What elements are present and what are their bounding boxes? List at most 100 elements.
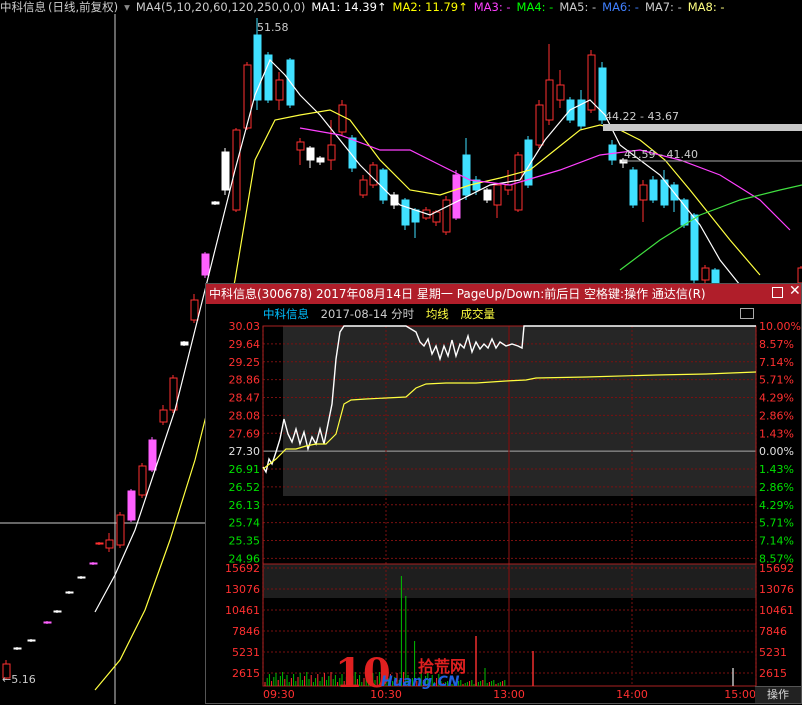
price-tick: 25.74 — [229, 517, 261, 530]
volume-tick-right: 15692 — [759, 562, 794, 575]
ma-item-8: MA8: - — [687, 0, 725, 14]
pct-tick: 0.00% — [759, 445, 794, 458]
candle-body — [327, 144, 336, 161]
volume-tick-right: 5231 — [759, 646, 787, 659]
price-tick: 27.30 — [229, 445, 261, 458]
pct-tick: 5.71% — [759, 517, 794, 530]
pct-tick: 1.43% — [759, 463, 794, 476]
range-marker-1 — [603, 124, 802, 131]
candle-body — [190, 299, 199, 321]
candle-body — [127, 490, 136, 521]
candle-body — [649, 179, 658, 201]
time-tick: 15:00 — [724, 688, 756, 701]
time-tick: 09:30 — [263, 688, 295, 701]
pct-tick: 5.71% — [759, 374, 794, 387]
volume-tick: 7846 — [232, 625, 260, 638]
ma-item-3: MA3: - — [473, 0, 511, 14]
candle-body — [639, 184, 648, 201]
operate-button[interactable]: 操作 — [755, 686, 801, 703]
candle-body — [701, 267, 710, 281]
candle-body — [65, 591, 74, 594]
ma-item-2: MA2: 11.79↑ — [392, 0, 468, 14]
price-tick: 25.35 — [229, 535, 261, 548]
intraday-header: 中科信息 2017-08-14 分时 均线 成交量 — [263, 306, 503, 322]
volume-tick: 13076 — [225, 583, 260, 596]
pct-tick: 2.86% — [759, 481, 794, 494]
ma-indicator-name[interactable]: MA4(5,10,20,60,120,250,0,0) — [136, 0, 305, 14]
candle-body — [462, 154, 471, 196]
popup-title: 中科信息(300678) 2017年08月14日 星期一 PageUp/Down… — [209, 287, 706, 301]
dropdown-icon[interactable]: ▾ — [124, 0, 130, 14]
price-tick: 30.03 — [229, 320, 261, 333]
candle-body — [77, 576, 86, 579]
ma-item-7: MA7: - — [644, 0, 682, 14]
intraday-popup-window[interactable]: 30.03 10.00% 29.64 8.57% 29.25 7.14% 28.86 5.71… — [205, 283, 802, 704]
candle-body — [306, 147, 315, 161]
volume-tick-right: 10461 — [759, 604, 794, 617]
price-tick: 26.52 — [229, 481, 261, 494]
price-tick: 26.91 — [229, 463, 261, 476]
candle-body — [116, 514, 125, 546]
volume-tick: 15692 — [225, 562, 260, 575]
candle-body — [379, 169, 388, 201]
price-tick: 27.69 — [229, 427, 261, 440]
candle-body — [338, 104, 347, 133]
avg-line-label: 均线 — [425, 307, 449, 321]
popup-title-bar[interactable]: 中科信息(300678) 2017年08月14日 星期一 PageUp/Down… — [206, 284, 801, 304]
maximize-button[interactable] — [772, 287, 783, 298]
range-label-1: 44.22 - 43.67 — [605, 110, 679, 123]
candle-body — [690, 214, 699, 281]
volume-tick: 10461 — [225, 604, 260, 617]
volume-tick: 5231 — [232, 646, 260, 659]
candle-body — [275, 79, 284, 101]
watermark-logo: 10 拾荒网 Huang.CN — [335, 650, 466, 697]
candle-body — [221, 151, 230, 191]
intraday-stock-label: 中科信息 — [263, 307, 309, 321]
pct-tick: 4.29% — [759, 392, 794, 405]
price-tick: 29.64 — [229, 338, 261, 351]
pct-tick: 7.14% — [759, 356, 794, 369]
price-tick: 28.08 — [229, 409, 261, 422]
candle-body — [27, 639, 36, 642]
close-button[interactable]: ✕ — [789, 284, 801, 298]
candle-body — [243, 64, 252, 129]
ma-item-6: MA6: - — [602, 0, 639, 14]
ma-item-5: MA5: - — [559, 0, 597, 14]
low-price-label: ←5.16 — [2, 673, 36, 686]
price-tick: 26.13 — [229, 499, 261, 512]
pct-tick: 7.14% — [759, 535, 794, 548]
candle-body — [296, 141, 305, 151]
candle-body — [493, 184, 502, 206]
candle-body — [680, 199, 689, 226]
candle-body — [95, 542, 104, 545]
price-shade — [283, 326, 756, 496]
restore-icon[interactable] — [740, 308, 754, 319]
pct-tick: 8.57% — [759, 338, 794, 351]
candle-body — [545, 79, 554, 121]
candle-body — [452, 174, 461, 219]
candle-body — [369, 164, 378, 186]
candle-body — [105, 539, 114, 549]
candle-body — [148, 439, 157, 471]
volume-label: 成交量 — [460, 307, 495, 321]
volume-tick-right: 2615 — [759, 667, 787, 680]
candle-body — [629, 169, 638, 206]
candle-body — [159, 409, 168, 423]
candle-body — [211, 201, 220, 205]
stock-name: 中科信息 — [0, 0, 46, 14]
candle-body — [483, 189, 492, 201]
chart-mode: (日线,前复权) — [48, 0, 119, 14]
candle-body — [797, 267, 802, 284]
pct-tick: 10.00% — [759, 320, 801, 333]
volume-tick-right: 13076 — [759, 583, 794, 596]
candle-body — [359, 179, 368, 196]
candle-body — [711, 269, 720, 284]
candle-body — [442, 199, 451, 233]
ma-item-1: MA1: 14.39↑ — [311, 0, 387, 14]
intraday-chart: 30.03 10.00% 29.64 8.57% 29.25 7.14% 28.86 5.71… — [225, 320, 801, 701]
time-tick: 14:00 — [616, 688, 648, 701]
candle-body — [504, 184, 513, 191]
candle-body — [138, 465, 147, 496]
candle-body — [201, 253, 210, 276]
watermark-en: Huang.CN — [381, 674, 460, 690]
